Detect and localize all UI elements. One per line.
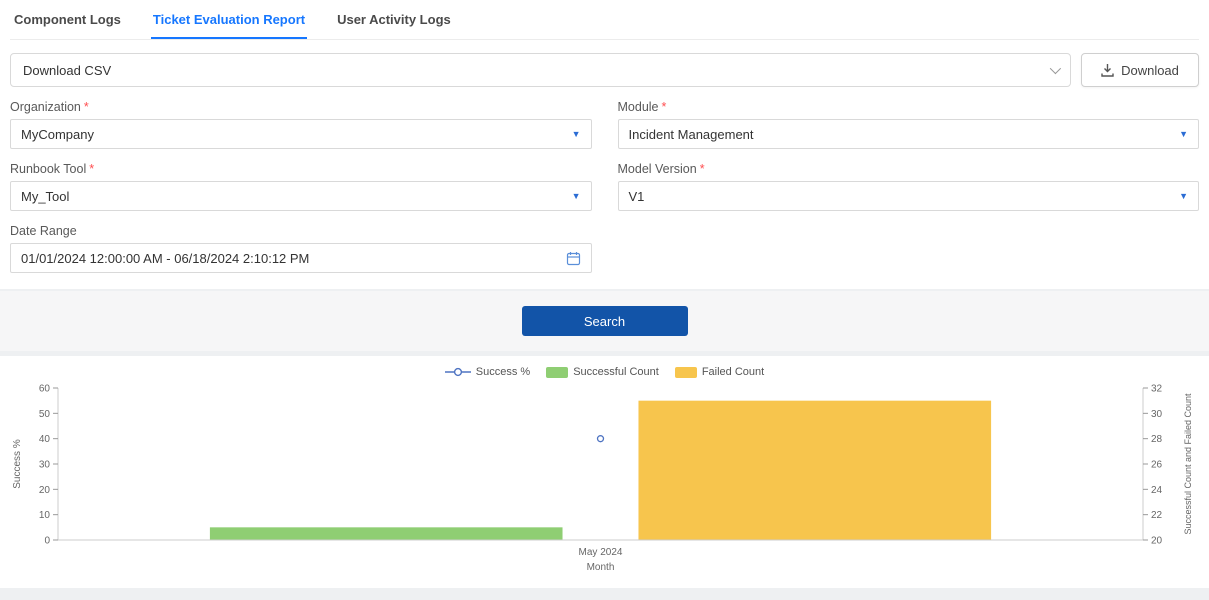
svg-text:50: 50 [39,409,51,420]
legend-item[interactable]: Failed Count [675,366,764,378]
svg-text:30: 30 [1151,409,1163,420]
svg-text:10: 10 [39,510,51,521]
chart-legend: Success % Successful Count Failed Count [8,366,1201,378]
svg-text:32: 32 [1151,384,1163,395]
svg-text:Success %: Success % [12,439,23,489]
model-version-label: Model Version* [618,162,1200,176]
svg-text:20: 20 [1151,536,1163,547]
svg-text:26: 26 [1151,460,1163,471]
tab-bar: Component Logs Ticket Evaluation Report … [10,0,1199,40]
legend-item[interactable]: Successful Count [546,366,659,378]
required-asterisk: * [700,162,705,176]
chart-card: Success % Successful Count Failed Count 0 1… [0,356,1209,588]
legend-label: Success % [476,366,530,378]
organization-label: Organization* [10,100,592,114]
tab-user-activity-logs[interactable]: User Activity Logs [335,0,453,39]
legend-bar-icon [546,367,568,378]
legend-label: Failed Count [702,366,764,378]
required-asterisk: * [662,100,667,114]
calendar-icon[interactable] [566,251,581,266]
download-csv-select[interactable]: Download CSV [10,53,1071,87]
date-range-label: Date Range [10,224,592,238]
svg-text:30: 30 [39,460,51,471]
date-range-value: 01/01/2024 12:00:00 AM - 06/18/2024 2:10… [21,251,309,266]
field-module: Module* Incident Management ▼ [618,87,1200,149]
module-select[interactable]: Incident Management ▼ [618,119,1200,149]
caret-down-icon: ▼ [572,130,581,139]
svg-text:40: 40 [39,434,51,445]
field-label-text: Organization [10,100,81,114]
runbook-tool-label: Runbook Tool* [10,162,592,176]
chevron-down-icon [1050,63,1061,74]
model-version-select[interactable]: V1 ▼ [618,181,1200,211]
export-row: Download CSV Download [10,53,1199,87]
module-value: Incident Management [629,127,754,142]
legend-label: Successful Count [573,366,659,378]
caret-down-icon: ▼ [572,192,581,201]
download-button-label: Download [1121,63,1179,78]
organization-select[interactable]: MyCompany ▼ [10,119,592,149]
field-model-version: Model Version* V1 ▼ [618,149,1200,211]
svg-text:22: 22 [1151,510,1163,521]
search-button[interactable]: Search [522,306,688,336]
chart: 010203040506020222426283032May 2024Month… [8,382,1201,580]
field-date-range: Date Range 01/01/2024 12:00:00 AM - 06/1… [10,211,592,273]
legend-bar-icon [675,367,697,378]
tab-ticket-evaluation-report[interactable]: Ticket Evaluation Report [151,0,307,39]
field-label-text: Model Version [618,162,697,176]
date-range-input[interactable]: 01/01/2024 12:00:00 AM - 06/18/2024 2:10… [10,243,592,273]
field-label-text: Module [618,100,659,114]
download-icon [1101,63,1114,77]
required-asterisk: * [84,100,89,114]
field-label-text: Runbook Tool [10,162,86,176]
svg-text:24: 24 [1151,485,1163,496]
legend-line-icon [445,367,471,377]
download-button[interactable]: Download [1081,53,1199,87]
required-asterisk: * [89,162,94,176]
svg-text:Successful Count and Failed Co: Successful Count and Failed Count [1183,393,1193,535]
tab-component-logs[interactable]: Component Logs [12,0,123,39]
field-label-text: Date Range [10,224,77,238]
legend-item[interactable]: Success % [445,366,530,378]
module-label: Module* [618,100,1200,114]
caret-down-icon: ▼ [1179,192,1188,201]
svg-text:0: 0 [44,536,50,547]
svg-text:Month: Month [587,562,615,573]
field-organization: Organization* MyCompany ▼ [10,87,592,149]
svg-text:28: 28 [1151,434,1163,445]
caret-down-icon: ▼ [1179,130,1188,139]
top-section: Component Logs Ticket Evaluation Report … [0,0,1209,289]
svg-text:20: 20 [39,485,51,496]
svg-text:60: 60 [39,384,51,395]
organization-value: MyCompany [21,127,94,142]
download-csv-value: Download CSV [23,63,111,78]
model-version-value: V1 [629,189,645,204]
runbook-tool-select[interactable]: My_Tool ▼ [10,181,592,211]
field-runbook-tool: Runbook Tool* My_Tool ▼ [10,149,592,211]
filter-form: Organization* MyCompany ▼ Module* Incide… [10,87,1199,273]
search-section: Search [0,291,1209,351]
runbook-tool-value: My_Tool [21,189,69,204]
